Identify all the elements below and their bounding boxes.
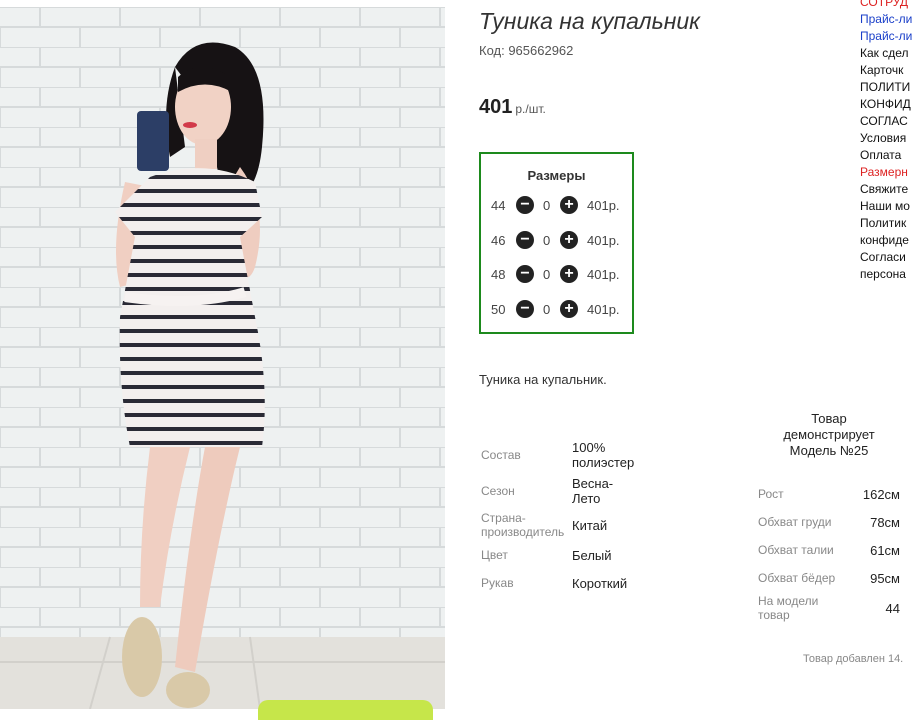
product-description: Туника на купальник. [479,372,607,387]
sidebar-link[interactable]: Условия [860,130,914,147]
size-number: 46 [491,233,506,248]
sidebar-link[interactable]: Как сдел [860,45,914,62]
sizes-title: Размеры [527,168,586,183]
size-price: 401р. [587,198,620,213]
size-row: 44 − 0 + 401р. [491,196,631,216]
attr-label-color: Цвет [481,548,508,562]
model-label-size-worn: На модели товар [758,594,819,622]
sidebar-link[interactable]: СОТРУД [860,0,914,11]
sidebar-link[interactable]: Свяжите [860,181,914,198]
model-value-hips: 95см [870,571,900,586]
increase-quantity-button[interactable]: + [560,196,578,214]
increase-quantity-button[interactable]: + [560,265,578,283]
price-value: 401 [479,96,513,118]
model-value-waist: 61см [870,543,900,558]
attr-value-color: Белый [572,548,612,563]
add-to-cart-button[interactable] [258,700,433,720]
attr-value-country: Китай [572,518,608,533]
product-price: 401 р./шт. [479,96,546,119]
product-title: Туника на купальник [479,8,701,34]
attr-value-sleeve: Короткий [572,576,628,591]
sidebar-link[interactable]: КОНФИД [860,96,914,113]
price-unit: р./шт. [515,102,546,116]
size-quantity: 0 [543,267,551,282]
sidebar-link[interactable]: конфиде [860,232,914,249]
attr-label-sleeve: Рукав [481,576,514,590]
sidebar-link[interactable]: Карточк [860,62,914,79]
product-photo-illustration [0,7,445,709]
sidebar-link[interactable]: Прайс-ли [860,28,914,45]
size-number: 48 [491,267,506,282]
sidebar-link[interactable]: Наши мо [860,198,914,215]
product-photo[interactable] [0,7,445,709]
sidebar-link[interactable]: ПОЛИТИ [860,79,914,96]
increase-quantity-button[interactable]: + [560,300,578,318]
size-number: 50 [491,302,506,317]
sidebar-link[interactable]: Оплата [860,147,914,164]
attr-label-composition: Состав [481,448,521,462]
sidebar-link[interactable]: СОГЛАС [860,113,914,130]
size-price: 401р. [587,302,620,317]
model-label-hips: Обхват бёдер [758,571,836,585]
size-number: 44 [491,198,506,213]
model-value-chest: 78см [870,515,900,530]
added-date: Товар добавлен 14. [803,653,904,665]
sidebar-link[interactable]: Размерн [860,164,914,181]
decrease-quantity-button[interactable]: − [516,231,534,249]
attr-value-season: Весна-Лето [572,476,614,506]
model-label-waist: Обхват талии [758,543,834,557]
sidebar-link[interactable]: персона [860,266,914,283]
model-label-chest: Обхват груди [758,515,832,529]
product-code: Код: 965662962 [479,43,574,58]
attr-label-country: Страна-производитель [481,511,565,539]
size-quantity: 0 [543,198,551,213]
model-heading: Товар демонстрирует Модель №25 [783,411,875,458]
sidebar-menu: СОТРУД Прайс-ли Прайс-ли Как сдел Карточ… [860,0,914,283]
size-quantity: 0 [543,302,551,317]
sidebar-link[interactable]: Согласи [860,249,914,266]
model-value-height: 162см [862,487,900,502]
size-row: 48 − 0 + 401р. [491,265,631,285]
decrease-quantity-button[interactable]: − [516,300,534,318]
size-price: 401р. [587,233,620,248]
sidebar-link[interactable]: Политик [860,215,914,232]
size-price: 401р. [587,267,620,282]
sizes-panel: Размеры 44 − 0 + 401р. 46 − 0 + 401р. 48… [479,152,634,334]
attr-value-composition: 100% полиэстер [572,440,635,470]
increase-quantity-button[interactable]: + [560,231,578,249]
model-value-size-worn: 44 [885,601,900,616]
model-label-height: Рост [758,487,784,501]
sidebar-link[interactable]: Прайс-ли [860,11,914,28]
attr-label-season: Сезон [481,484,515,498]
size-row: 46 − 0 + 401р. [491,231,631,251]
decrease-quantity-button[interactable]: − [516,196,534,214]
size-quantity: 0 [543,233,551,248]
decrease-quantity-button[interactable]: − [516,265,534,283]
size-row: 50 − 0 + 401р. [491,300,631,320]
